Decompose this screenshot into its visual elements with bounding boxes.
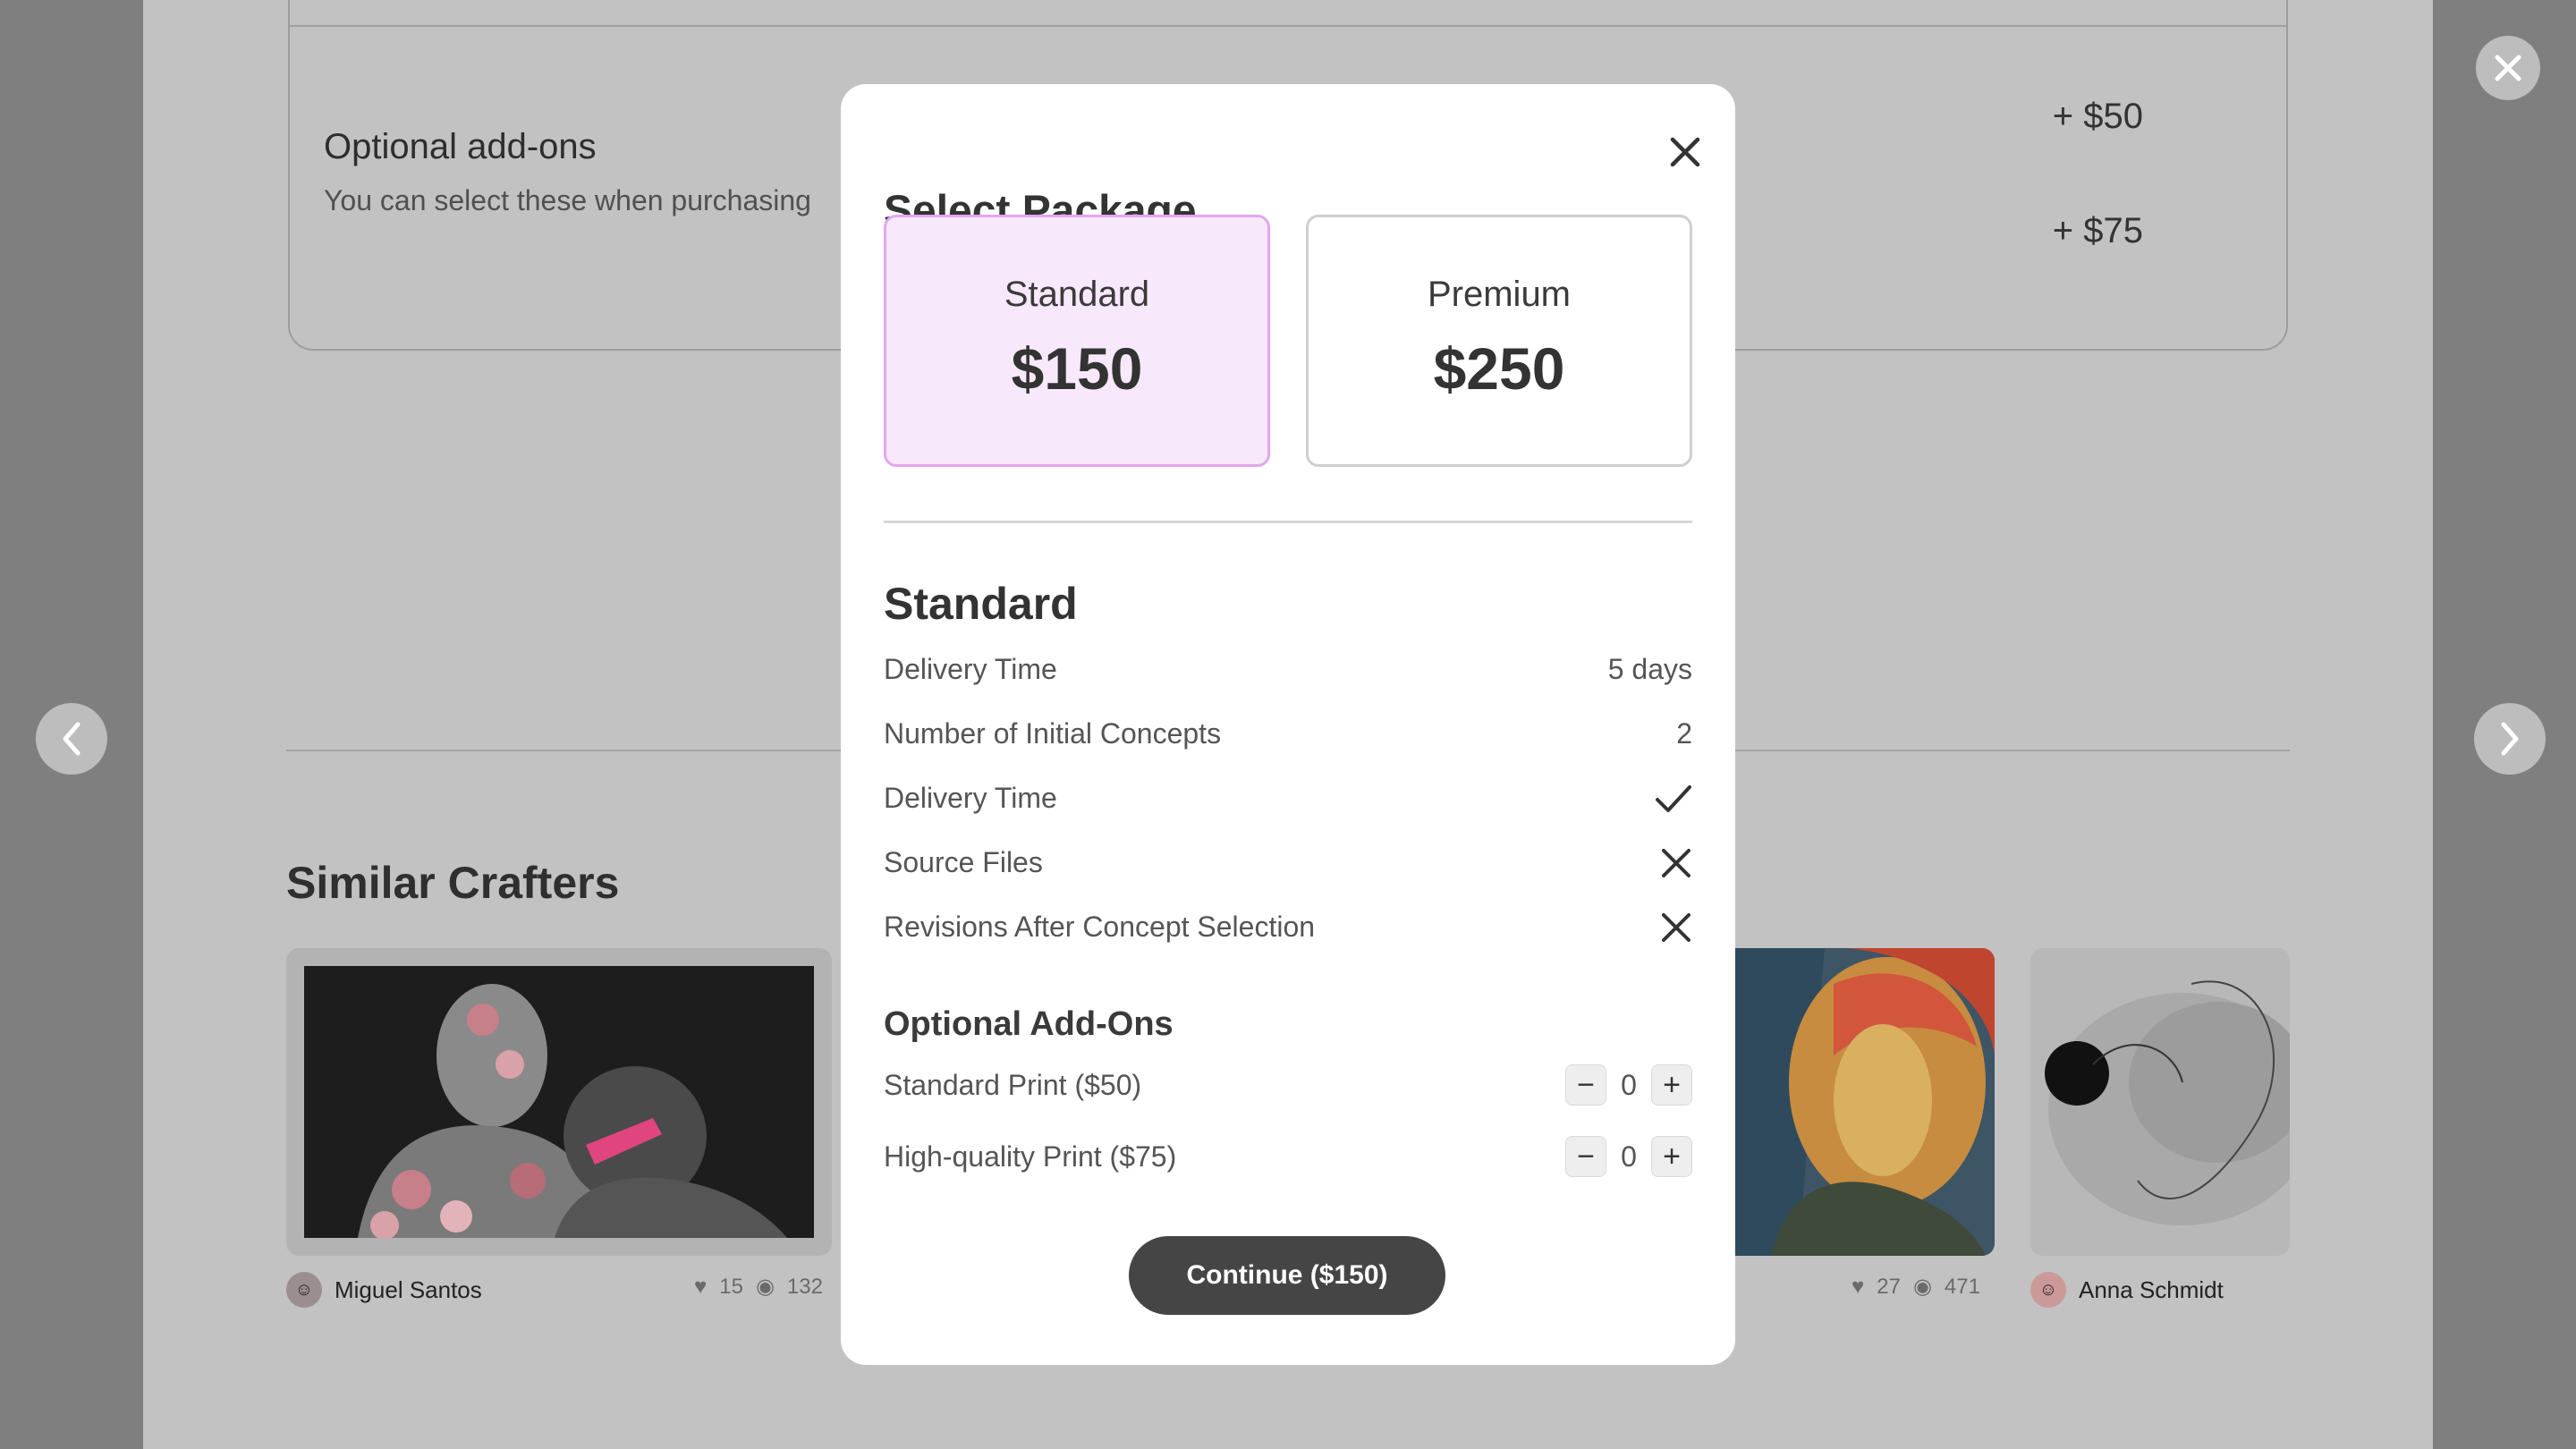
- feature-row: Delivery Time: [884, 782, 1692, 815]
- feature-value: 2: [1676, 717, 1692, 750]
- addon-label: Standard Print ($50): [884, 1068, 1142, 1101]
- crafter-name: Miguel Santos: [335, 1275, 482, 1303]
- package-name: Premium: [1427, 275, 1572, 314]
- addons-price-2: + $75: [2052, 211, 2143, 250]
- modal-close-button[interactable]: [1660, 127, 1710, 177]
- close-icon: [1670, 137, 1700, 167]
- addons-card-rule: [290, 25, 2286, 27]
- package-standard[interactable]: Standard $150: [884, 215, 1270, 467]
- likes-count: 27: [1877, 1274, 1901, 1299]
- heart-icon: ♥: [1852, 1274, 1865, 1299]
- crafter-card-meta-3[interactable]: ☺ Anna Schmidt: [2030, 1272, 2224, 1308]
- next-button[interactable]: [2474, 703, 2546, 775]
- feature-label: Number of Initial Concepts: [884, 717, 1222, 750]
- package-price: $150: [1011, 335, 1143, 402]
- select-package-modal: Select Package Standard $150 Premium $25…: [841, 84, 1735, 1365]
- avatar: ☺: [286, 1272, 322, 1308]
- views-count: 471: [1944, 1274, 1980, 1299]
- artwork-image: [304, 966, 814, 1238]
- feature-value: 5 days: [1607, 653, 1692, 685]
- crafter-card-image-3[interactable]: [2030, 948, 2290, 1256]
- previous-button[interactable]: [36, 703, 107, 775]
- optional-addons-title: Optional Add-Ons: [884, 1005, 1174, 1043]
- similar-crafters-title: Similar Crafters: [286, 858, 620, 908]
- chevron-left-icon: [63, 722, 80, 756]
- close-viewer-button[interactable]: [2476, 36, 2540, 100]
- crafter-card-meta-1[interactable]: ☺ Miguel Santos: [286, 1272, 482, 1308]
- eye-icon: ◉: [755, 1275, 775, 1299]
- continue-button[interactable]: Continue ($150): [1129, 1236, 1445, 1315]
- package-name: Standard: [1004, 275, 1150, 314]
- package-premium[interactable]: Premium $250: [1306, 215, 1692, 467]
- likes-count: 15: [719, 1274, 743, 1299]
- increment-button[interactable]: +: [1651, 1136, 1692, 1177]
- package-details-title: Standard: [884, 579, 1078, 629]
- addon-label: High-quality Print ($75): [884, 1140, 1177, 1173]
- check-icon: [1656, 784, 1691, 812]
- x-icon: [1662, 848, 1690, 877]
- feature-row: Delivery Time 5 days: [884, 653, 1692, 686]
- addons-price-1: + $50: [2052, 97, 2143, 136]
- quantity-value: 0: [1621, 1068, 1637, 1101]
- crafter-name: Anna Schmidt: [2079, 1275, 2224, 1303]
- eye-icon: ◉: [1912, 1275, 1932, 1299]
- decrement-button[interactable]: −: [1565, 1136, 1606, 1177]
- modal-divider: [884, 521, 1692, 523]
- close-icon: [2495, 55, 2521, 81]
- crafter-card-image-1[interactable]: [286, 948, 832, 1256]
- feature-label: Source Files: [884, 846, 1043, 878]
- decrement-button[interactable]: −: [1565, 1064, 1606, 1106]
- addon-row: Standard Print ($50) − 0 +: [884, 1064, 1692, 1106]
- quantity-value: 0: [1621, 1140, 1637, 1173]
- crafter-stats-1: ♥ 15 ◉ 132: [694, 1274, 823, 1300]
- addons-card-subtitle: You can select these when purchasing: [324, 184, 811, 216]
- feature-row: Revisions After Concept Selection: [884, 911, 1692, 944]
- increment-button[interactable]: +: [1651, 1064, 1692, 1106]
- quantity-stepper: − 0 +: [1565, 1064, 1692, 1106]
- addons-card-title: Optional add-ons: [324, 127, 597, 166]
- feature-label: Revisions After Concept Selection: [884, 911, 1316, 943]
- avatar: ☺: [2030, 1272, 2066, 1308]
- feature-row: Number of Initial Concepts 2: [884, 717, 1692, 750]
- x-icon: [1662, 912, 1690, 942]
- chevron-right-icon: [2501, 722, 2519, 756]
- package-price: $250: [1433, 335, 1565, 402]
- crafter-stats-2: ♥ 27 ◉ 471: [1852, 1274, 1980, 1300]
- views-count: 132: [786, 1274, 823, 1299]
- feature-row: Source Files: [884, 846, 1692, 879]
- feature-label: Delivery Time: [884, 653, 1057, 685]
- heart-icon: ♥: [694, 1274, 708, 1299]
- quantity-stepper: − 0 +: [1565, 1136, 1692, 1177]
- feature-label: Delivery Time: [884, 782, 1057, 814]
- addon-row: High-quality Print ($75) − 0 +: [884, 1136, 1692, 1177]
